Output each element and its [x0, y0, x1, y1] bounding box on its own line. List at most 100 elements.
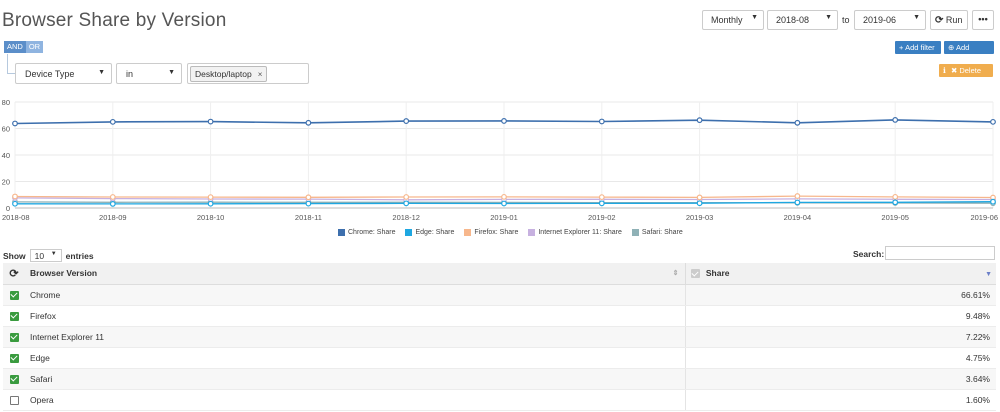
table-row[interactable]: Chrome 66.61%: [3, 284, 996, 306]
data-point[interactable]: [12, 193, 18, 200]
share-cell: 7.22%: [684, 326, 996, 348]
refresh-icon[interactable]: ⟳: [9, 268, 18, 280]
table-row[interactable]: Firefox 9.48%: [3, 305, 996, 327]
data-point[interactable]: [109, 118, 116, 125]
row-checkbox-cell[interactable]: [3, 326, 25, 348]
filter-field-select[interactable]: Device Type ▼: [15, 63, 112, 84]
data-point[interactable]: [109, 194, 116, 200]
delete-filter-button[interactable]: ℹ ✖ Delete: [939, 64, 993, 77]
plus-circle-icon: ⊕: [948, 43, 955, 52]
filter-field-value: Device Type: [25, 69, 75, 79]
caret-down-icon: ▼: [98, 69, 105, 76]
y-tick-label: 80: [2, 98, 10, 107]
select-all-checkbox[interactable]: [690, 269, 700, 279]
interval-select[interactable]: Monthly ▼: [702, 10, 764, 30]
x-tick-label: 2018-08: [2, 213, 30, 222]
legend-item[interactable]: Chrome: Share: [338, 229, 395, 236]
data-point[interactable]: [207, 118, 214, 125]
table-row[interactable]: Edge 4.75%: [3, 347, 996, 369]
browser-version-cell: Safari: [25, 368, 685, 390]
data-point[interactable]: [990, 118, 996, 125]
data-point[interactable]: [12, 200, 18, 207]
data-point[interactable]: [794, 193, 801, 199]
data-point[interactable]: [501, 118, 507, 124]
column-header-version[interactable]: Browser Version ⇕: [25, 263, 685, 285]
column-header-share[interactable]: Share ▼: [684, 263, 996, 285]
data-point[interactable]: [305, 194, 312, 201]
remove-tag-icon[interactable]: ×: [258, 70, 263, 79]
line-chart: 0 20 40 60 80 2018-08 2018-09 2018-10 2018-11 201…: [2, 98, 998, 222]
filter-operator-select[interactable]: in ▼: [116, 63, 182, 84]
run-button[interactable]: ⟳ Run: [930, 10, 968, 30]
data-point[interactable]: [892, 193, 899, 200]
search-label: Search:: [853, 249, 885, 259]
data-point[interactable]: [12, 120, 18, 127]
caret-down-icon: ▼: [168, 69, 175, 76]
data-point[interactable]: [696, 117, 703, 124]
legend-label: Chrome: Share: [348, 229, 396, 236]
data-point[interactable]: [305, 200, 312, 207]
row-checkbox[interactable]: [9, 311, 19, 321]
data-point[interactable]: [696, 194, 703, 201]
plus-icon: +: [899, 43, 904, 52]
column-header-version-label: Browser Version: [30, 268, 98, 279]
row-checkbox-cell[interactable]: [3, 347, 25, 369]
or-toggle[interactable]: OR: [25, 41, 44, 53]
add-group-button[interactable]: ⊕ Add group: [944, 41, 994, 61]
y-tick-label: 60: [2, 125, 10, 134]
data-point[interactable]: [403, 194, 410, 200]
legend-swatch: [338, 229, 345, 236]
date-from-select[interactable]: 2018-08 ▼: [767, 10, 838, 30]
and-or-toggle: AND OR: [4, 41, 44, 53]
add-filter-button[interactable]: + Add filter: [895, 41, 941, 54]
refresh-icon: ⟳: [935, 15, 944, 26]
row-checkbox[interactable]: [9, 353, 19, 363]
legend-item[interactable]: Safari: Share: [631, 229, 683, 236]
table-row[interactable]: Opera 1.60%: [3, 389, 996, 411]
data-point[interactable]: [109, 200, 116, 207]
data-point[interactable]: [696, 200, 703, 207]
filter-value-input[interactable]: Desktop/laptop ×: [187, 63, 309, 84]
date-to-select[interactable]: 2019-06 ▼: [854, 10, 926, 30]
data-point[interactable]: [892, 116, 899, 123]
table-row[interactable]: Internet Explorer 11 7.22%: [3, 326, 996, 348]
data-point[interactable]: [598, 200, 605, 207]
table-row[interactable]: Safari 3.64%: [3, 368, 996, 390]
data-point[interactable]: [501, 193, 507, 200]
data-point[interactable]: [403, 200, 410, 207]
search-input[interactable]: [885, 246, 995, 260]
data-point[interactable]: [598, 118, 605, 125]
data-point[interactable]: [794, 199, 801, 206]
legend-item[interactable]: Internet Explorer 11: Share: [528, 229, 622, 236]
data-point[interactable]: [403, 118, 410, 124]
data-point[interactable]: [207, 200, 214, 207]
x-tick-label: 2018-09: [99, 213, 127, 222]
data-point[interactable]: [305, 119, 312, 126]
info-icon: ℹ: [943, 66, 946, 75]
data-point[interactable]: [598, 194, 605, 201]
more-options-button[interactable]: •••: [972, 10, 994, 30]
caret-down-icon: ▼: [825, 14, 832, 21]
row-checkbox[interactable]: [9, 395, 19, 405]
data-point[interactable]: [990, 198, 996, 205]
row-checkbox-cell[interactable]: [3, 284, 25, 306]
row-checkbox[interactable]: [9, 290, 19, 300]
x-tick-label: 2018-11: [295, 213, 322, 222]
legend-label: Firefox: Share: [474, 229, 519, 236]
row-checkbox-cell[interactable]: [3, 368, 25, 390]
row-checkbox[interactable]: [9, 332, 19, 342]
data-point[interactable]: [892, 199, 899, 206]
row-checkbox-cell[interactable]: [3, 389, 25, 411]
data-point[interactable]: [207, 194, 214, 201]
reset-selection-header[interactable]: ⟳: [3, 263, 25, 285]
row-checkbox[interactable]: [9, 374, 19, 384]
filter-operator-value: in: [126, 69, 134, 79]
row-checkbox-cell[interactable]: [3, 305, 25, 327]
data-point[interactable]: [794, 119, 801, 126]
x-tick-label: 2018-12: [392, 213, 420, 222]
entries-select[interactable]: 10 ▼: [29, 249, 62, 262]
legend-item[interactable]: Edge: Share: [405, 229, 454, 236]
and-toggle[interactable]: AND: [4, 41, 26, 53]
legend-item[interactable]: Firefox: Share: [464, 229, 518, 236]
data-point[interactable]: [501, 200, 507, 207]
